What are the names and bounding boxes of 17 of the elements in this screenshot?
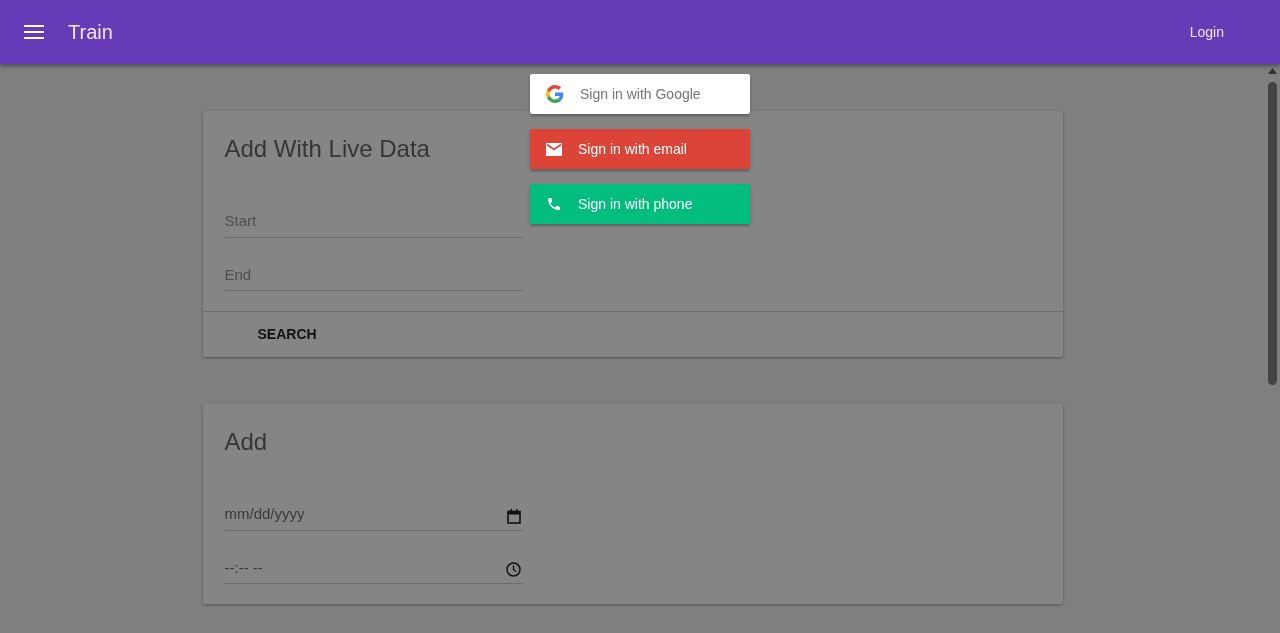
search-button[interactable]: SEARCH [210,318,364,351]
calendar-icon[interactable] [506,508,521,524]
google-logo-icon [546,85,564,103]
card-title: Add With Live Data [224,135,430,164]
envelope-icon [546,142,562,156]
sign-in-button[interactable]: Sign in with phone [530,184,750,224]
sign-in-button[interactable]: Sign in with Google [530,74,750,114]
menu-icon[interactable] [24,25,44,39]
time-field[interactable]: --:-- -- [224,552,523,584]
card-title: Add [224,428,268,457]
date-field[interactable]: mm/dd/yyyy [224,499,523,531]
clock-icon[interactable] [505,562,521,577]
sign-in-button[interactable]: Sign in with email [530,129,750,169]
phone-icon [546,196,562,212]
scroll-up-arrow-icon[interactable] [1268,68,1277,74]
login-button[interactable]: Login [1181,15,1232,49]
app-title: Train [68,20,113,45]
